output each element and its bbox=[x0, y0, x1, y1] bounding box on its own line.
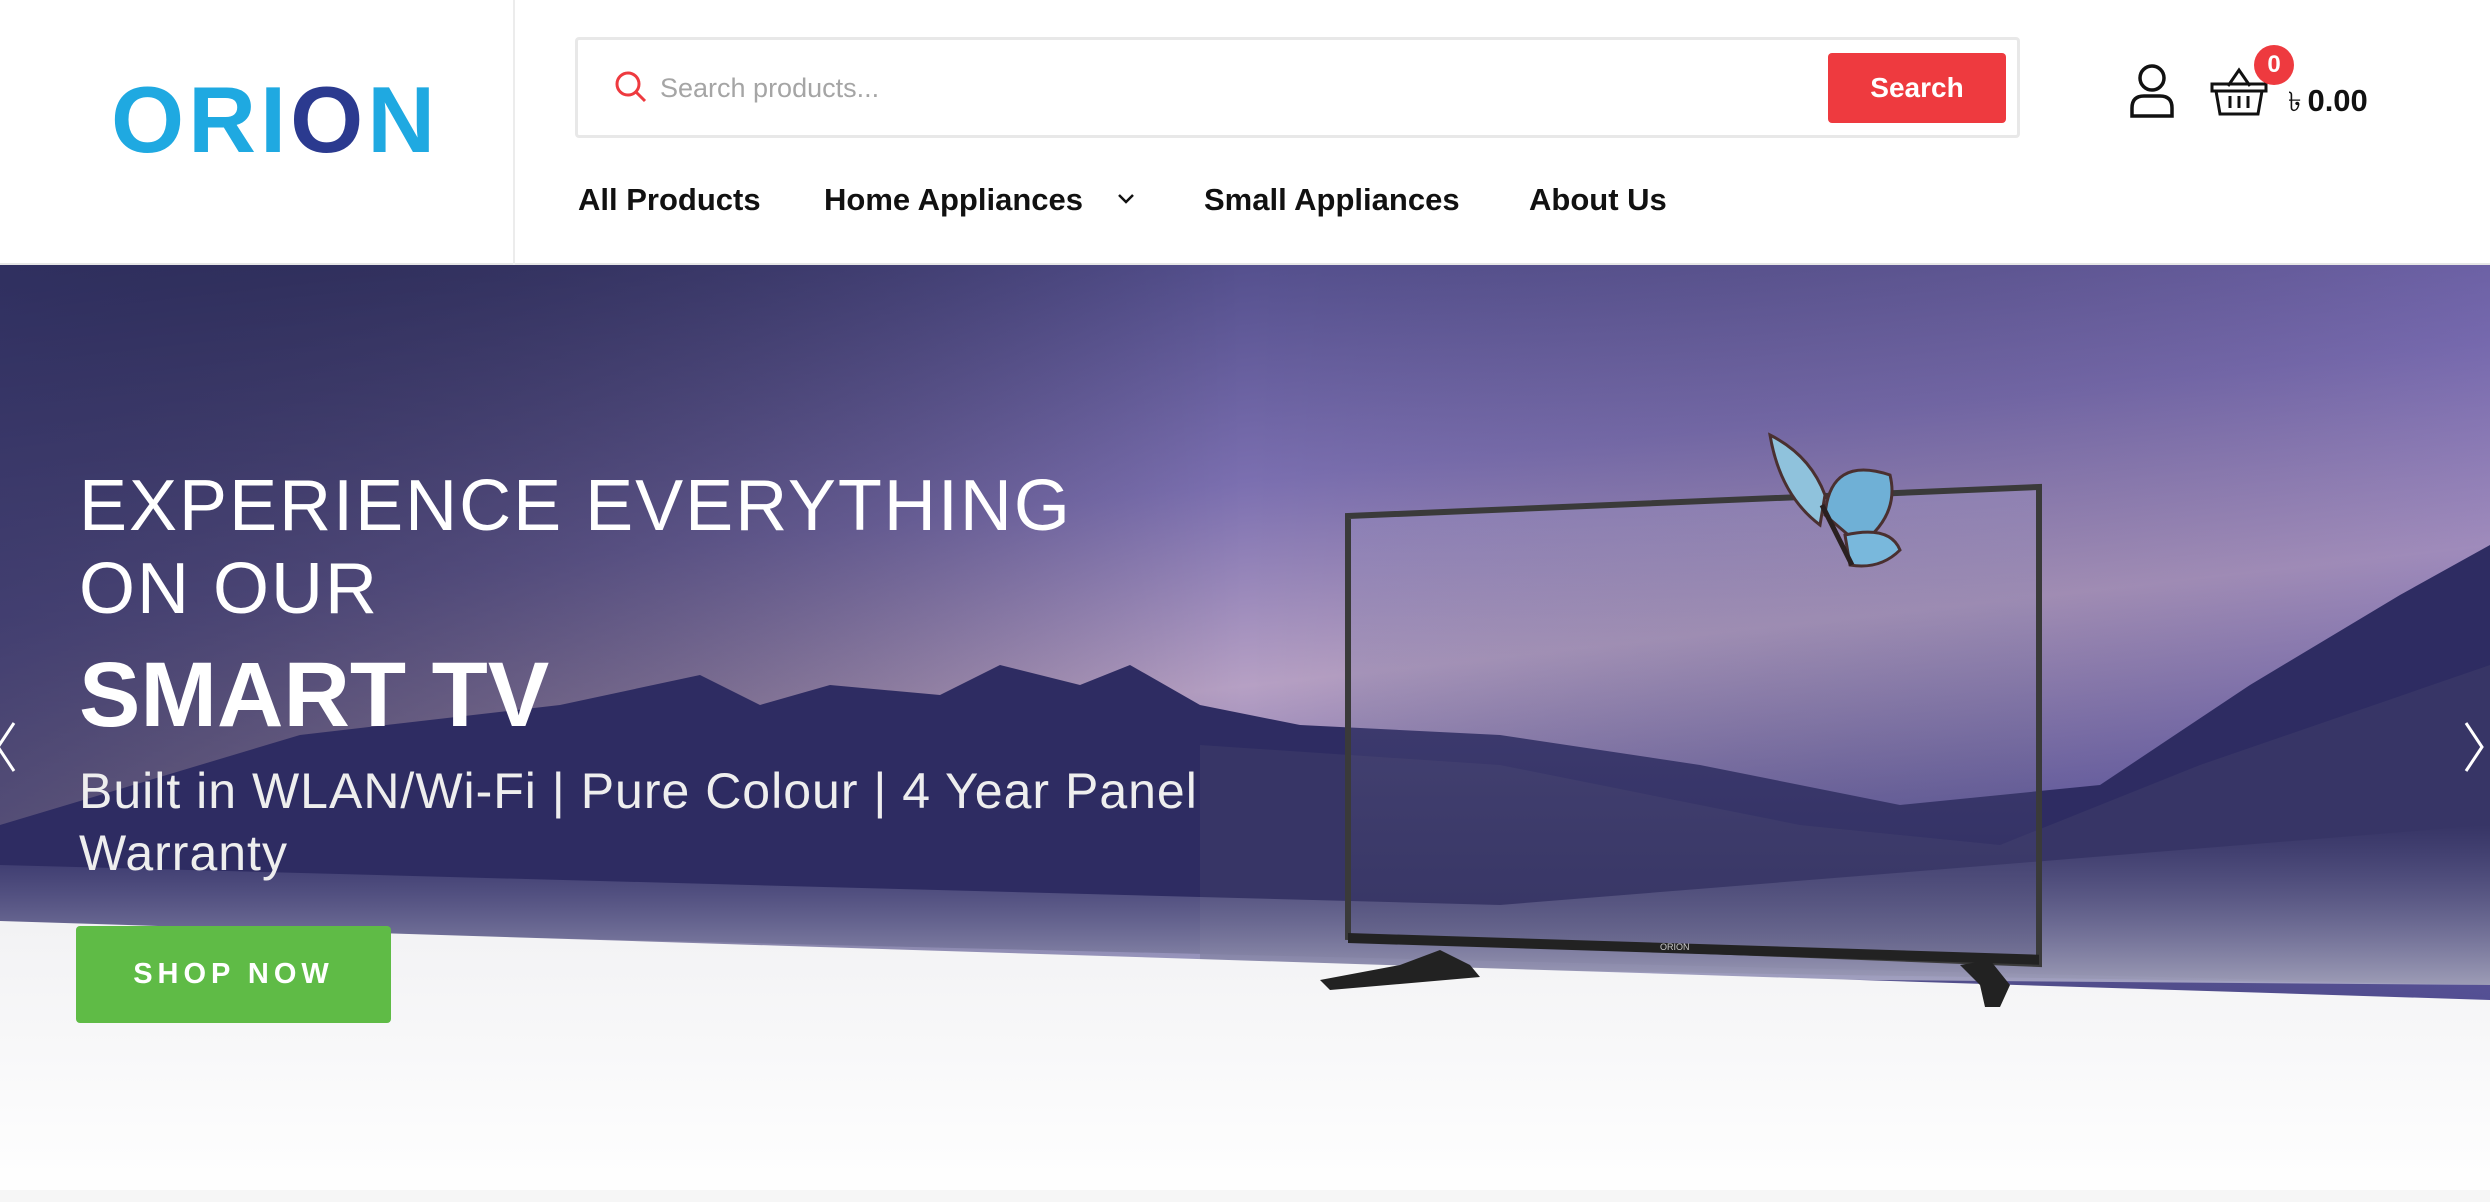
svg-text:ORION: ORION bbox=[1660, 942, 1690, 952]
hero-subtitle: Built in WLAN/Wi-Fi | Pure Colour | 4 Ye… bbox=[79, 763, 1198, 881]
chevron-right-icon[interactable] bbox=[2462, 719, 2486, 775]
hero-headline-line2: ON OUR bbox=[79, 549, 379, 629]
nav-home-appliances[interactable]: Home Appliances bbox=[824, 182, 1083, 218]
search-button[interactable]: Search bbox=[1828, 53, 2006, 123]
header-divider bbox=[513, 0, 515, 265]
chevron-left-icon[interactable] bbox=[0, 719, 18, 775]
shop-now-button[interactable]: SHOP NOW bbox=[76, 926, 391, 1023]
orion-logo[interactable]: ORION bbox=[111, 73, 439, 167]
search-input[interactable] bbox=[660, 60, 1760, 116]
logo-text-accent: O bbox=[290, 67, 368, 172]
nav-all-products[interactable]: All Products bbox=[578, 182, 761, 218]
search-icon bbox=[615, 71, 647, 103]
hero-headline-line1: EXPERIENCE EVERYTHING bbox=[79, 466, 1072, 546]
nav-small-appliances[interactable]: Small Appliances bbox=[1204, 182, 1460, 218]
chevron-down-icon[interactable] bbox=[1116, 192, 1136, 206]
site-header: ORION Search 0 ৳0.00 All Products Home A… bbox=[0, 0, 2490, 265]
logo-text-end: N bbox=[367, 67, 440, 172]
user-account-icon[interactable] bbox=[2128, 62, 2176, 118]
cart-count-badge: 0 bbox=[2254, 45, 2294, 85]
hero-headline-product: SMART TV bbox=[79, 644, 550, 746]
tv-image: ORION bbox=[1320, 483, 2042, 1007]
cart-total[interactable]: ৳ 0.00 bbox=[2288, 82, 2368, 127]
currency-symbol: ৳ bbox=[2288, 87, 2302, 117]
logo-text: ORI bbox=[111, 67, 291, 172]
hero-slider: ORION EXPERIENCE EVERYTHING ON OUR SMART… bbox=[0, 265, 2490, 1202]
nav-about-us[interactable]: About Us bbox=[1529, 182, 1667, 218]
cart-total-amount: 0.00 bbox=[2307, 83, 2368, 118]
search-bar: Search bbox=[575, 37, 2020, 138]
